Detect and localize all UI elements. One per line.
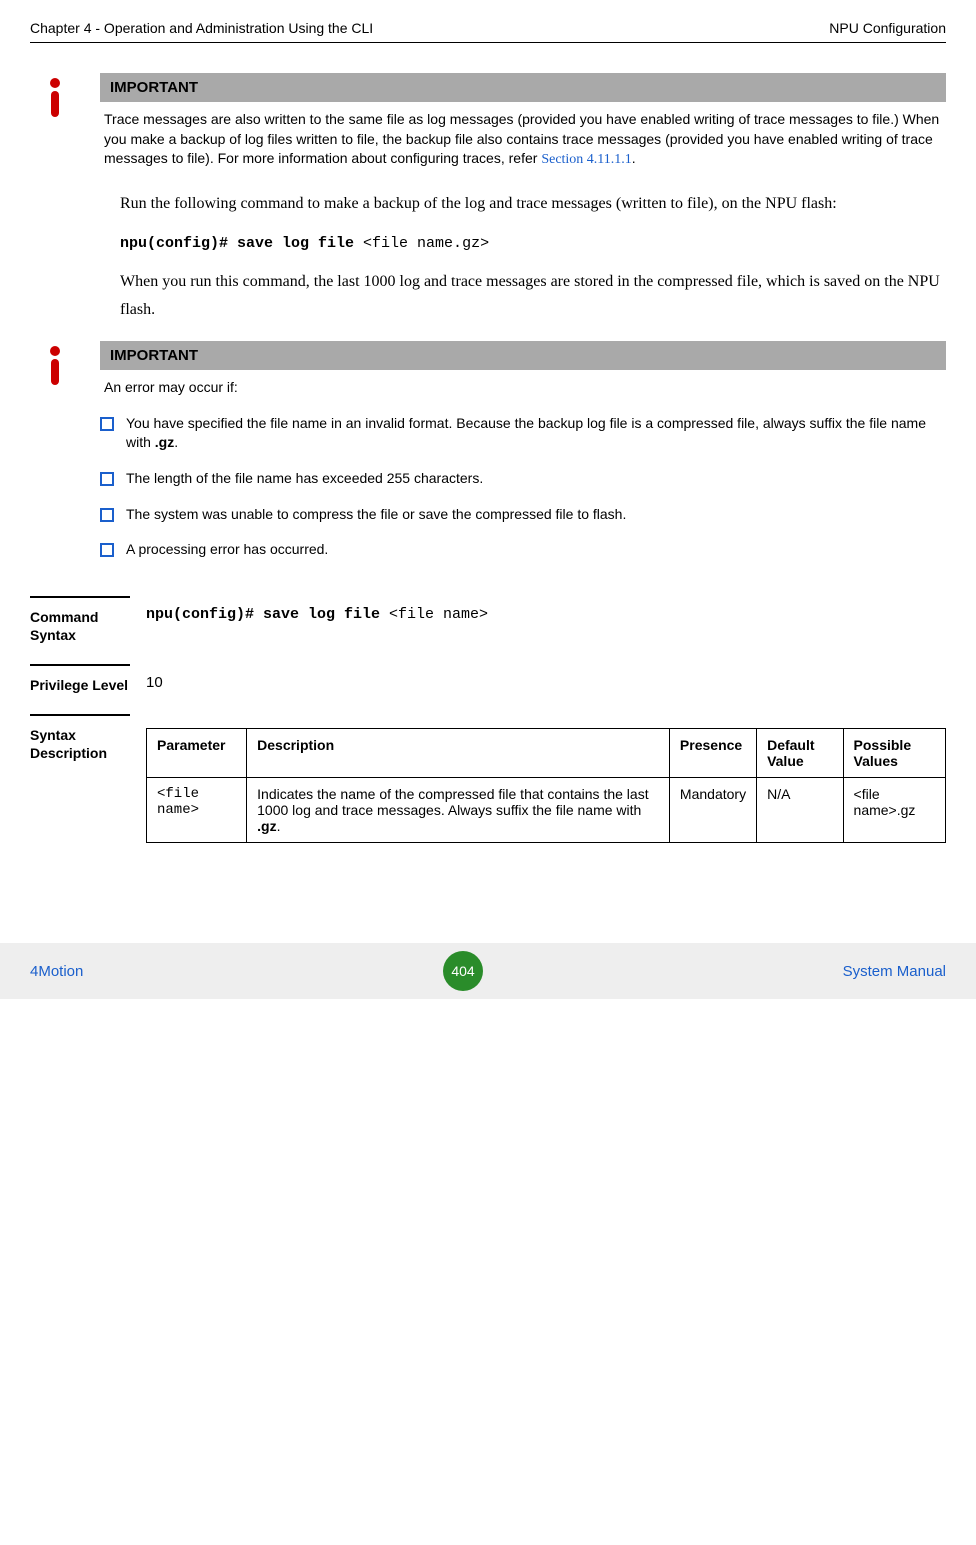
td-description: Indicates the name of the compressed fil…	[247, 778, 670, 843]
bullet-icon	[100, 417, 114, 431]
td-parameter: <file name>	[147, 778, 247, 843]
privilege-level-value: 10	[130, 664, 946, 694]
command-syntax-label: Command Syntax	[30, 596, 130, 644]
error-list: You have specified the file name in an i…	[100, 414, 946, 560]
page-number: 404	[443, 951, 483, 991]
bullet-text: You have specified the file name in an i…	[126, 415, 926, 451]
command-bold: npu(config)# save log file	[120, 235, 363, 252]
td-desc-post: .	[277, 818, 281, 834]
bullet-text: A processing error has occurred.	[126, 540, 328, 560]
section-link[interactable]: Section 4.11.1.1	[541, 152, 631, 167]
page-header: Chapter 4 - Operation and Administration…	[30, 20, 946, 43]
command-syntax-value: npu(config)# save log file <file name>	[130, 596, 946, 644]
bullet-icon	[100, 508, 114, 522]
td-presence: Mandatory	[669, 778, 756, 843]
list-item: You have specified the file name in an i…	[100, 414, 946, 453]
command-example-1: npu(config)# save log file <file name.gz…	[120, 235, 946, 252]
footer-right: System Manual	[843, 963, 946, 980]
bullet-icon	[100, 543, 114, 557]
important-text: Trace messages are also written to the s…	[100, 110, 946, 170]
important-note-1: IMPORTANT Trace messages are also writte…	[30, 73, 946, 170]
header-right: NPU Configuration	[829, 20, 946, 36]
table-header-row: Parameter Description Presence Default V…	[147, 729, 946, 778]
th-default: Default Value	[757, 729, 843, 778]
command-syntax-bold: npu(config)# save log file	[146, 606, 389, 623]
header-left: Chapter 4 - Operation and Administration…	[30, 20, 373, 36]
td-desc-pre: Indicates the name of the compressed fil…	[257, 786, 648, 818]
privilege-level-row: Privilege Level 10	[30, 664, 946, 694]
bullet-post: .	[174, 434, 178, 450]
important-title: IMPORTANT	[100, 73, 946, 102]
privilege-level-label: Privilege Level	[30, 664, 130, 694]
important-lead: An error may occur if:	[100, 378, 946, 398]
bullet-text: The length of the file name has exceeded…	[126, 469, 483, 489]
important-text-pre: Trace messages are also written to the s…	[104, 111, 939, 166]
syntax-description-row: Syntax Description Parameter Description…	[30, 714, 946, 843]
syntax-description-label: Syntax Description	[30, 714, 130, 843]
td-possible: <file name>.gz	[843, 778, 945, 843]
important-icon	[30, 73, 80, 170]
td-desc-bold: .gz	[257, 818, 276, 834]
th-description: Description	[247, 729, 670, 778]
syntax-table: Parameter Description Presence Default V…	[146, 728, 946, 843]
important-title: IMPORTANT	[100, 341, 946, 370]
command-arg: <file name.gz>	[363, 235, 489, 252]
important-text-post: .	[632, 150, 636, 166]
important-icon	[30, 341, 80, 576]
syntax-description-content: Parameter Description Presence Default V…	[130, 714, 946, 843]
footer-left: 4Motion	[30, 963, 83, 980]
list-item: The length of the file name has exceeded…	[100, 469, 946, 489]
bullet-text: The system was unable to compress the fi…	[126, 505, 626, 525]
command-syntax-arg: <file name>	[389, 606, 488, 623]
td-default: N/A	[757, 778, 843, 843]
list-item: A processing error has occurred.	[100, 540, 946, 560]
th-possible: Possible Values	[843, 729, 945, 778]
important-note-2: IMPORTANT An error may occur if: You hav…	[30, 341, 946, 576]
body-paragraph-1: Run the following command to make a back…	[120, 190, 946, 219]
th-presence: Presence	[669, 729, 756, 778]
bullet-bold: .gz	[155, 434, 174, 450]
th-parameter: Parameter	[147, 729, 247, 778]
command-syntax-row: Command Syntax npu(config)# save log fil…	[30, 596, 946, 644]
page-footer: 4Motion 404 System Manual	[0, 943, 976, 999]
table-row: <file name> Indicates the name of the co…	[147, 778, 946, 843]
list-item: The system was unable to compress the fi…	[100, 505, 946, 525]
body-paragraph-2: When you run this command, the last 1000…	[120, 268, 946, 326]
bullet-icon	[100, 472, 114, 486]
